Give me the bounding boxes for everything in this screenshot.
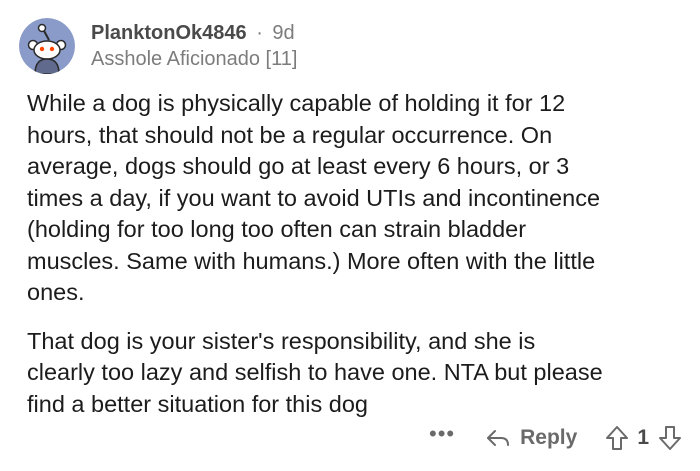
reply-button[interactable]: Reply [485, 426, 577, 450]
comment-paragraph: That dog is your sister's responsibility… [27, 327, 603, 417]
upvote-arrow-icon[interactable] [605, 425, 629, 451]
comment-header: PlanktonOk4846 · 9d Asshole Aficionado [… [91, 20, 297, 72]
comment-paragraph: While a dog is physically capable of hol… [27, 90, 601, 305]
reply-arrow-icon [485, 428, 520, 448]
comment-actions: ••• Reply 1 [429, 420, 682, 456]
author-line: PlanktonOk4846 · 9d [91, 20, 297, 46]
meta-separator: · [256, 22, 263, 44]
vote-score: 1 [637, 426, 649, 449]
user-flair: Asshole Aficionado [11] [91, 48, 298, 70]
comment-age: 9d [272, 22, 295, 44]
comment: PlanktonOk4846 · 9d Asshole Aficionado [… [0, 0, 700, 471]
user-avatar[interactable] [19, 18, 75, 74]
snoo-avatar-icon [19, 18, 75, 74]
reply-label: Reply [520, 426, 578, 449]
more-options-button[interactable]: ••• [429, 423, 455, 445]
vote-controls: 1 [605, 425, 682, 451]
comment-body: While a dog is physically capable of hol… [27, 88, 677, 437]
downvote-arrow-icon[interactable] [658, 425, 682, 451]
username-link[interactable]: PlanktonOk4846 [91, 22, 247, 44]
